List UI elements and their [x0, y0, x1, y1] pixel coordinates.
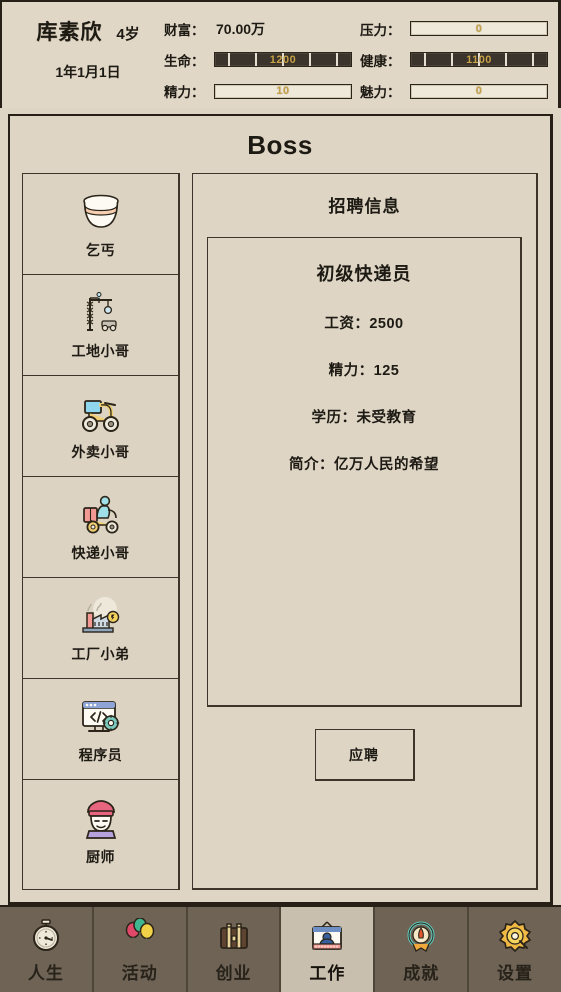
recruitment-detail-panel: 招聘信息 初级快递员 工资：2500 精力：125 学历：未受教育 简介：亿万人…	[192, 173, 538, 890]
job-list-item-beggar[interactable]: 乞丐	[23, 174, 178, 275]
nav-item-startup[interactable]: 创业	[187, 907, 282, 992]
stat-bar-value-energy: 10	[276, 85, 290, 98]
app-root: 库素欣 4岁 1年1月1日 财富： 70.00万 压力： 0 生命： 1200 …	[0, 0, 561, 992]
gear-icon	[495, 916, 535, 956]
job-list[interactable]: 乞丐 工地小哥 外卖小哥 快递小哥 工厂小弟 程序员 厨师	[22, 173, 180, 890]
stat-bar-life: 1200	[214, 52, 352, 68]
stopwatch-icon	[26, 916, 66, 956]
nav-item-settings[interactable]: 设置	[469, 907, 561, 992]
job-list-label: 工厂小弟	[71, 646, 130, 662]
nav-item-work[interactable]: 工作	[281, 907, 376, 992]
character-identity: 库素欣 4岁 1年1月1日	[12, 10, 164, 82]
balloons-icon	[120, 916, 160, 956]
job-list-label: 厨师	[86, 848, 115, 865]
stat-label-health: 健康：	[360, 53, 401, 69]
main-window: Boss 乞丐 工地小哥 外卖小哥 快递小哥 工厂小弟 程序员 厨师 招聘信息 …	[8, 114, 553, 905]
job-detail-energy: 精力：125	[328, 363, 400, 379]
stat-bar-energy: 10	[214, 83, 352, 99]
nav-label: 人生	[27, 963, 64, 983]
job-list-item-factory[interactable]: 工厂小弟	[23, 578, 178, 679]
stat-label-energy: 精力：	[164, 85, 205, 101]
delivery-scooter-icon	[76, 390, 126, 438]
stat-label-wealth: 财富：	[164, 22, 205, 38]
nav-label: 成就	[403, 963, 440, 983]
stat-health: 健康： 1100	[360, 45, 548, 74]
window-body: 乞丐 工地小哥 外卖小哥 快递小哥 工厂小弟 程序员 厨师 招聘信息 初级快递员…	[10, 173, 550, 902]
stat-bar-value-life: 1200	[269, 53, 297, 66]
begging-bowl-icon	[76, 188, 126, 236]
stat-label-stress: 压力：	[360, 22, 401, 38]
recruitment-heading: 招聘信息	[328, 197, 401, 216]
identity-name-row: 库素欣 4岁	[12, 16, 164, 46]
nav-label: 活动	[121, 963, 158, 983]
apply-button-wrapper: 应聘	[207, 729, 522, 781]
job-detail-salary: 工资：2500	[324, 316, 404, 332]
job-list-label: 工地小哥	[71, 343, 130, 359]
job-detail-card: 初级快递员 工资：2500 精力：125 学历：未受教育 简介：亿万人民的希望	[207, 237, 522, 707]
factory-icon	[76, 592, 126, 640]
stat-stress: 压力： 0	[360, 14, 548, 43]
job-list-label: 快递小哥	[71, 545, 130, 561]
job-list-item-construction[interactable]: 工地小哥	[23, 275, 178, 376]
stat-label-charm: 魅力：	[360, 85, 401, 101]
stat-energy: 精力： 10	[164, 77, 352, 106]
stats-grid: 财富： 70.00万 压力： 0 生命： 1200 健康： 1100 精力： 1…	[164, 10, 548, 106]
nav-item-achievement[interactable]: 成就	[375, 907, 470, 992]
job-detail-title: 初级快递员	[316, 264, 412, 284]
character-name: 库素欣	[36, 21, 103, 44]
stat-wealth: 财富： 70.00万	[164, 14, 352, 43]
stat-charm: 魅力： 0	[360, 77, 548, 106]
code-monitor-icon	[76, 693, 126, 741]
job-detail-description: 简介：亿万人民的希望	[289, 457, 439, 473]
stat-bar-value-stress: 0	[475, 22, 483, 35]
stat-label-life: 生命：	[164, 53, 205, 69]
apply-button[interactable]: 应聘	[314, 729, 415, 781]
chef-icon	[76, 795, 126, 843]
nav-label: 创业	[215, 963, 252, 983]
nav-label: 设置	[497, 963, 534, 983]
character-age: 4岁	[116, 26, 140, 43]
courier-scooter-icon	[76, 491, 126, 539]
job-list-label: 程序员	[78, 747, 123, 763]
game-date: 1年1月1日	[55, 64, 121, 80]
nav-label: 工作	[309, 963, 346, 983]
stat-bar-stress: 0	[410, 21, 548, 37]
stat-bar-value-charm: 0	[475, 85, 483, 98]
stat-value-wealth: 70.00万	[216, 20, 266, 37]
construction-crane-icon	[76, 289, 126, 337]
bottom-nav: 人生 活动 创业 工作 成就 设置	[0, 905, 561, 992]
stat-bar-value-health: 1100	[466, 53, 492, 66]
achievement-wreath-icon	[401, 916, 441, 956]
job-list-label: 乞丐	[86, 242, 115, 258]
briefcase-icon	[214, 916, 254, 956]
job-list-label: 外卖小哥	[71, 444, 130, 460]
job-list-item-chef[interactable]: 厨师	[23, 780, 178, 881]
nav-item-life[interactable]: 人生	[0, 907, 94, 992]
job-list-item-food-delivery[interactable]: 外卖小哥	[23, 376, 178, 477]
stat-bar-charm: 0	[410, 83, 548, 99]
job-list-item-courier[interactable]: 快递小哥	[23, 477, 178, 578]
job-detail-education: 学历：未受教育	[311, 410, 417, 426]
nav-item-activity[interactable]: 活动	[93, 907, 188, 992]
job-list-item-programmer[interactable]: 程序员	[23, 679, 178, 780]
page-title: Boss	[247, 130, 313, 160]
stat-life: 生命： 1200	[164, 45, 352, 74]
id-card-icon	[307, 916, 347, 956]
stat-bar-health: 1100	[410, 52, 548, 68]
status-panel: 库素欣 4岁 1年1月1日 财富： 70.00万 压力： 0 生命： 1200 …	[0, 0, 561, 108]
